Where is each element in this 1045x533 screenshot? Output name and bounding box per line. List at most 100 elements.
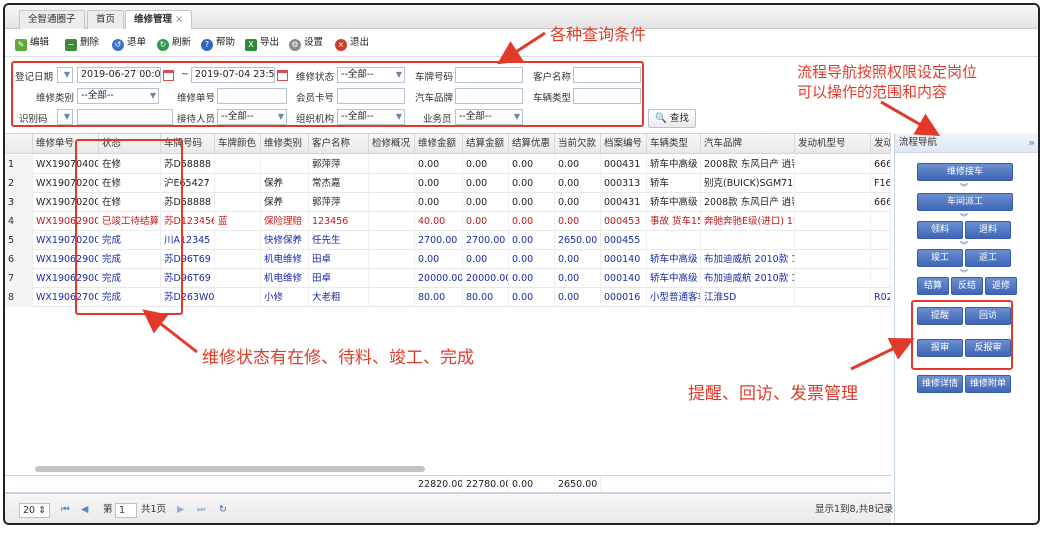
unreport-button[interactable]: 反报审	[965, 339, 1011, 357]
return-order-button[interactable]: ↺ 退单	[112, 36, 146, 51]
column-header[interactable]: 汽车品牌	[701, 134, 795, 154]
next-page-icon[interactable]: ▶	[177, 503, 184, 518]
settle-button[interactable]: 结算	[917, 277, 949, 295]
table-row[interactable]: 2WX19070200003在修沪E65427保养常杰嘉0.000.000.00…	[5, 174, 891, 193]
first-page-icon[interactable]: ⏮	[61, 503, 70, 518]
table-row[interactable]: 4WX19062900003已竣工待结算苏D123456蓝保险理赔123456 4…	[5, 212, 891, 231]
pick-material-button[interactable]: 领料	[917, 221, 963, 239]
exit-button[interactable]: × 退出	[335, 36, 369, 51]
export-button[interactable]: X 导出	[245, 36, 279, 51]
table-cell: 在修	[99, 174, 161, 193]
chevron-down-icon: ▼	[277, 112, 284, 121]
page-number-input[interactable]: 1	[115, 503, 137, 518]
customer-input[interactable]	[573, 67, 641, 83]
table-row[interactable]: 1WX19070400001在修苏D58888郭萍萍0.000.000.000.…	[5, 155, 891, 174]
car-brand-label: 汽车品牌	[415, 93, 454, 104]
calendar-icon[interactable]	[163, 70, 174, 81]
column-header[interactable]: 发动	[871, 134, 891, 154]
column-header[interactable]: 维修金额	[415, 134, 463, 154]
table-cell	[795, 193, 871, 212]
settings-button[interactable]: ⚙ 设置	[289, 36, 323, 51]
calendar-icon[interactable]	[277, 70, 288, 81]
column-header[interactable]: 结算优惠	[509, 134, 555, 154]
column-header[interactable]: 客户名称	[309, 134, 369, 154]
date-to-input[interactable]: 2019-07-04 23:5	[191, 67, 275, 83]
query-button[interactable]: 🔍 查找	[648, 109, 696, 128]
repair-attachment-button[interactable]: 维修附单	[965, 375, 1011, 393]
table-row[interactable]: 7WX19062900001完成苏D96T69 机电维修田卓 20000.00200…	[5, 269, 891, 288]
table-cell: 000140	[601, 269, 647, 288]
plate-input[interactable]	[455, 67, 523, 83]
dispatch-button[interactable]: 车间派工	[917, 193, 1013, 211]
tab-home[interactable]: 首页	[87, 10, 125, 29]
edit-button[interactable]: ✎ 编辑	[15, 36, 49, 51]
repair-orders-table: 维修单号 状态 车牌号码 车牌颜色 维修类别 客户名称 检修概况 维修金额 结算…	[5, 133, 891, 495]
remind-button[interactable]: 提醒	[917, 307, 963, 325]
column-header[interactable]: 车牌号码	[161, 134, 215, 154]
org-select[interactable]: --全部-- ▼	[337, 109, 405, 125]
order-no-label: 维修单号	[177, 93, 216, 104]
tab-close-icon[interactable]: ×	[175, 14, 183, 25]
table-row[interactable]: 6WX19062900002完成苏D96T69机电维修田卓0.000.000.0…	[5, 250, 891, 269]
receiver-select[interactable]: --全部-- ▼	[217, 109, 287, 125]
table-cell: 0.00	[509, 155, 555, 174]
prev-page-icon[interactable]: ◀	[81, 503, 88, 518]
order-no-input[interactable]	[217, 88, 287, 104]
page-size-select[interactable]: 20 ⇕	[19, 503, 51, 518]
table-cell: 6666	[871, 193, 891, 212]
table-cell: 保险理赔	[261, 212, 309, 231]
column-header[interactable]: 检修概况	[369, 134, 415, 154]
table-cell: 0.00	[415, 193, 463, 212]
complete-button[interactable]: 竣工	[917, 249, 963, 267]
table-row[interactable]: 8WX19062700001完成苏D263W0小修大老粗80.0080.000.…	[5, 288, 891, 307]
revisit-button[interactable]: 回访	[965, 307, 1011, 325]
car-brand-input[interactable]	[455, 88, 523, 104]
report-button[interactable]: 报审	[917, 339, 963, 357]
last-page-icon[interactable]: ⏭	[197, 503, 206, 518]
refresh-button[interactable]: ↻ 刷新	[157, 36, 191, 51]
table-cell	[795, 174, 871, 193]
repair-status-select[interactable]: --全部-- ▼	[337, 67, 405, 83]
column-header[interactable]: 当前欠款	[555, 134, 601, 154]
table-cell: 2008款 东风日产 逍客	[701, 193, 795, 212]
member-card-input[interactable]	[337, 88, 405, 104]
column-header[interactable]: 结算金额	[463, 134, 509, 154]
table-cell: F16D	[871, 174, 891, 193]
column-header[interactable]: 发动机型号	[795, 134, 871, 154]
page-prefix: 第	[103, 504, 113, 515]
column-header[interactable]: 维修单号	[33, 134, 99, 154]
table-row[interactable]: 5WX19070200002完成川A12345 快修保养任先生 2700.00270…	[5, 231, 891, 250]
help-button[interactable]: ? 帮助	[201, 36, 235, 51]
column-header[interactable]: 维修类别	[261, 134, 309, 154]
column-header[interactable]: 车辆类型	[647, 134, 701, 154]
delete-button[interactable]: − 删除	[65, 36, 99, 51]
column-header[interactable]: 状态	[99, 134, 161, 154]
flow-nav-title: 流程导航	[899, 137, 938, 148]
tab-repair-management[interactable]: 维修管理 ×	[125, 10, 192, 30]
repair-detail-button[interactable]: 维修详情	[917, 375, 963, 393]
return-material-button[interactable]: 退料	[965, 221, 1011, 239]
column-header[interactable]: 档案编号	[601, 134, 647, 154]
column-header[interactable]: 车牌颜色	[215, 134, 261, 154]
sales-select[interactable]: --全部-- ▼	[455, 109, 523, 125]
collapse-icon[interactable]: »	[1028, 133, 1035, 153]
id-code-dropdown[interactable]: ▼	[57, 109, 73, 125]
tab-bar: 全智通圈子 首页 维修管理 ×	[5, 5, 1038, 30]
rework-button[interactable]: 返工	[965, 249, 1011, 267]
repair-type-select[interactable]: --全部-- ▼	[77, 88, 159, 104]
horizontal-scrollbar[interactable]	[35, 466, 425, 472]
return-repair-button[interactable]: 返修	[985, 277, 1017, 295]
table-cell: 轿车	[647, 174, 701, 193]
table-cell: 大老粗	[309, 288, 369, 307]
reload-icon[interactable]: ↻	[219, 503, 227, 518]
car-type-input[interactable]	[573, 88, 641, 104]
table-row[interactable]: 3WX19070200001在修苏D58888保养郭萍萍0.000.000.00…	[5, 193, 891, 212]
tab-circle[interactable]: 全智通圈子	[19, 10, 85, 29]
updown-icon: ⇕	[38, 505, 47, 516]
id-code-input[interactable]	[77, 109, 173, 125]
table-cell: 机电维修	[261, 269, 309, 288]
unsettle-button[interactable]: 反结	[951, 277, 983, 295]
reg-date-dropdown[interactable]: ▼	[57, 67, 73, 83]
reception-button[interactable]: 维修接车	[917, 163, 1013, 181]
date-from-input[interactable]: 2019-06-27 00:0	[77, 67, 161, 83]
